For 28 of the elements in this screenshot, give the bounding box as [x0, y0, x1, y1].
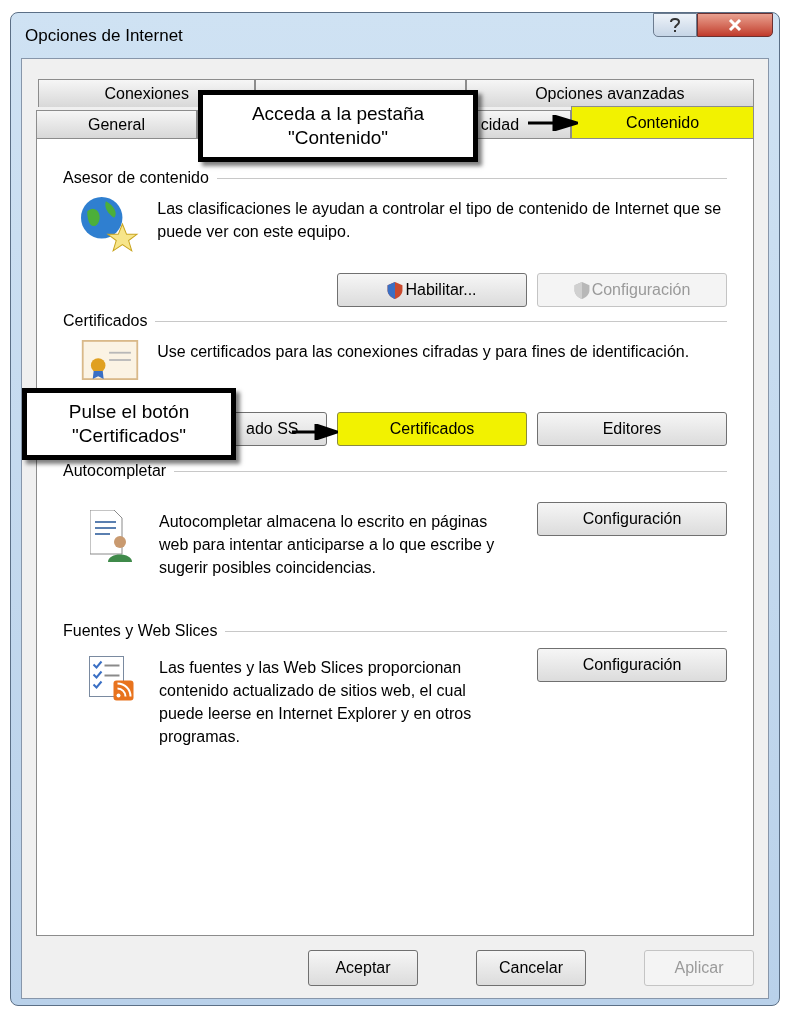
highlighted-button[interactable]: Certificados	[337, 412, 527, 446]
tab[interactable]: Contenido	[571, 106, 754, 138]
section-description: Las fuentes y las Web Slices proporcionan contenido actualizado de sitios web, el cual puede leerse en Internet Explorer y en otros programas.	[159, 658, 473, 747]
section-title: Asesor de contenido	[63, 168, 209, 188]
close-icon	[728, 19, 742, 31]
dialog-button[interactable]: Habilitar...	[337, 273, 527, 307]
footer-button[interactable]: Cancelar	[476, 950, 586, 986]
help-icon	[670, 17, 680, 33]
tab[interactable]: Opciones avanzadas	[465, 79, 754, 107]
dialog-button[interactable]: Configuración	[537, 648, 727, 682]
dialog-button[interactable]: Editores	[537, 412, 727, 446]
section-title: Certificados	[63, 311, 148, 331]
section-description: Autocompletar almacena lo escrito en páginas web para intentar anticiparse a lo que escribe y sugerir posibles coincidencias.	[159, 512, 496, 578]
dialog-button[interactable]: Configuración	[537, 502, 727, 536]
section-description: Use certificados para las conexiones cifradas y para fines de identificación.	[157, 342, 691, 362]
footer-button[interactable]: Aceptar	[308, 950, 418, 986]
certificate-icon	[81, 340, 140, 380]
tab[interactable]: General	[36, 110, 197, 138]
feed-list-icon	[88, 656, 134, 701]
section-description: Las clasificaciones le ayudan a controlar el tipo de contenido de Internet que se puede ver con este equipo.	[157, 199, 723, 242]
section-title: Fuentes y Web Slices	[63, 621, 218, 641]
globe-star-icon	[81, 197, 140, 253]
section-title: Autocompletar	[63, 461, 167, 481]
help-button[interactable]	[653, 13, 697, 37]
document-person-icon	[90, 510, 132, 563]
window-title: Opciones de Internet	[25, 24, 183, 47]
close-button[interactable]	[697, 13, 773, 37]
arrow	[528, 115, 578, 131]
